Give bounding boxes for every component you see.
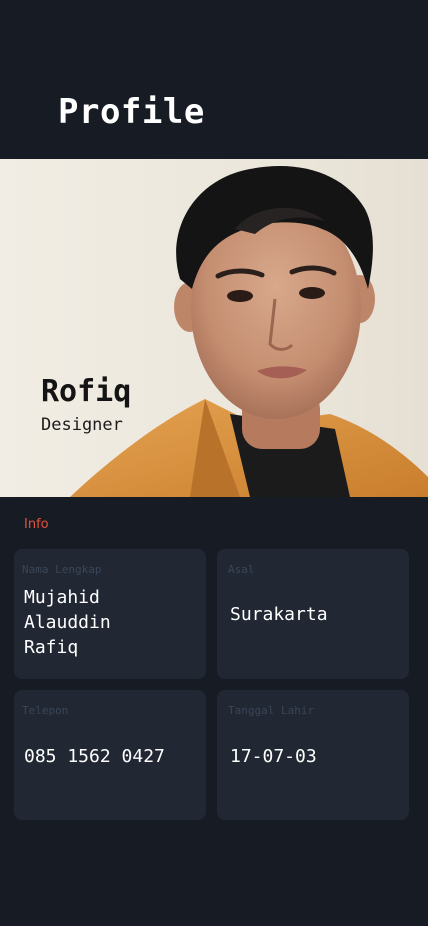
header: Profile (0, 0, 428, 159)
origin-card: Asal Surakarta (217, 549, 409, 679)
full-name-value: Mujahid Alauddin Rafiq (24, 585, 111, 660)
phone-card: Telepon 085 1562 0427 (14, 690, 206, 820)
origin-label: Asal (228, 563, 255, 576)
profile-hero: Rofiq Designer (0, 159, 428, 497)
birth-date-value: 17-07-03 (230, 746, 317, 767)
phone-value: 085 1562 0427 (24, 746, 165, 767)
full-name-card: Nama Lengkap Mujahid Alauddin Rafiq (14, 549, 206, 679)
profile-name: Rofiq (41, 374, 132, 409)
full-name-line: Alauddin (24, 612, 111, 633)
phone-label: Telepon (22, 704, 69, 717)
profile-photo (70, 165, 428, 497)
origin-value: Surakarta (230, 604, 328, 625)
full-name-line: Mujahid (24, 587, 100, 608)
full-name-line: Rafiq (24, 637, 79, 658)
page-title: Profile (58, 92, 205, 132)
info-section-label: Info (24, 517, 49, 532)
profile-role: Designer (41, 415, 123, 435)
birth-date-label: Tanggal Lahir (228, 704, 315, 717)
birth-date-card: Tanggal Lahir 17-07-03 (217, 690, 409, 820)
full-name-label: Nama Lengkap (22, 563, 102, 576)
